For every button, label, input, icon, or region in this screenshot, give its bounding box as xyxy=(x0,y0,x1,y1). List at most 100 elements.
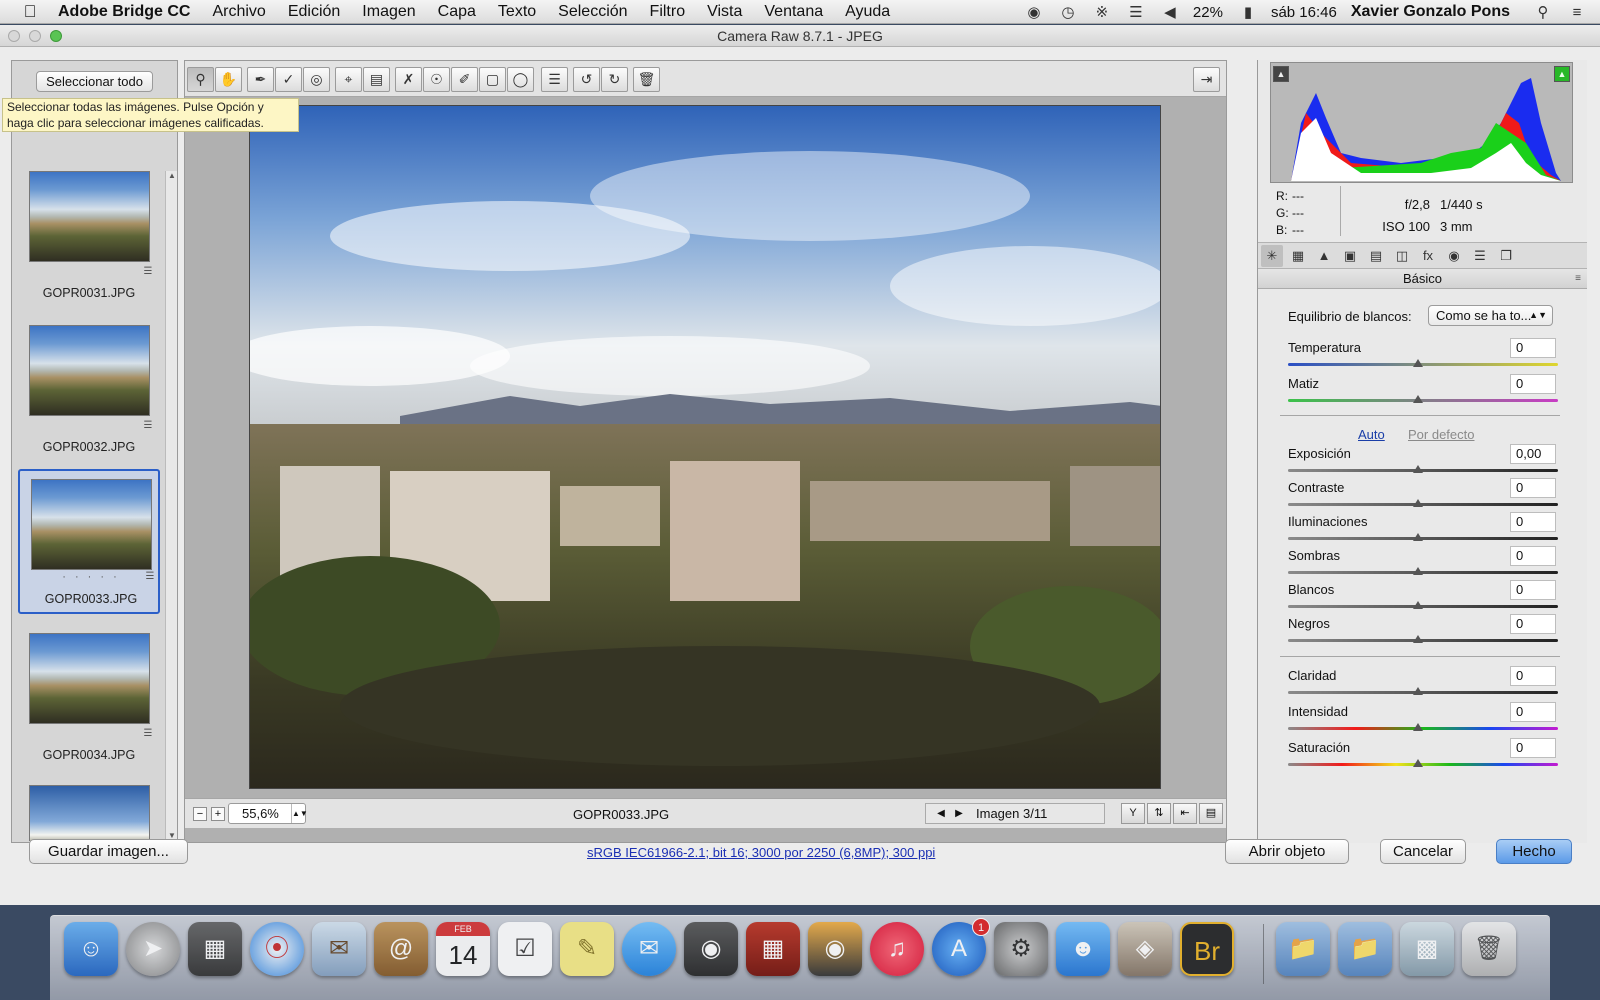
whites-slider[interactable] xyxy=(1288,605,1558,608)
list-item-selected[interactable]: · · · · · ☰ GOPR0033.JPG xyxy=(18,469,160,614)
menu-texto[interactable]: Texto xyxy=(498,3,536,21)
next-image-icon[interactable]: ▶ xyxy=(952,806,966,821)
default-link[interactable]: Por defecto xyxy=(1408,427,1475,442)
workflow-options-link[interactable]: sRGB IEC61966-2.1; bit 16; 3000 por 2250… xyxy=(587,845,935,860)
swap-settings-icon[interactable]: ⇅ xyxy=(1147,803,1171,824)
battery-icon[interactable]: ▮ xyxy=(1237,1,1259,23)
tab-presets-icon[interactable]: ☰ xyxy=(1469,245,1491,267)
highlights-value-field[interactable]: 0 xyxy=(1510,512,1556,532)
list-item[interactable] xyxy=(18,785,160,841)
copy-settings-icon[interactable]: ⇤ xyxy=(1173,803,1197,824)
menubar-user[interactable]: Xavier Gonzalo Pons xyxy=(1351,3,1510,21)
messenger-icon[interactable]: ☻ xyxy=(1056,922,1110,976)
itunes-icon[interactable]: ♫ xyxy=(870,922,924,976)
menu-filtro[interactable]: Filtro xyxy=(650,3,686,21)
rotate-right-icon[interactable]: ↻ xyxy=(601,67,628,92)
sync-status-icon[interactable]: ◉ xyxy=(1023,1,1045,23)
tab-effects-icon[interactable]: fx xyxy=(1417,245,1439,267)
iphoto-icon[interactable]: ◉ xyxy=(808,922,862,976)
whites-value-field[interactable]: 0 xyxy=(1510,580,1556,600)
cancel-button[interactable]: Cancelar xyxy=(1380,839,1466,864)
tab-basic-icon[interactable]: ✳ xyxy=(1261,245,1283,267)
thumbnail-image[interactable] xyxy=(29,325,150,416)
temperature-slider[interactable] xyxy=(1288,363,1558,366)
exposure-slider[interactable] xyxy=(1288,469,1558,472)
toggle-settings-icon[interactable]: ▤ xyxy=(1199,803,1223,824)
menu-seleccion[interactable]: Selección xyxy=(558,3,627,21)
shadows-slider[interactable] xyxy=(1288,571,1558,574)
exposure-value-field[interactable]: 0,00 xyxy=(1510,444,1556,464)
photo-booth-icon[interactable]: ▦ xyxy=(746,922,800,976)
contrast-value-field[interactable]: 0 xyxy=(1510,478,1556,498)
trash-icon[interactable]: 🗑 xyxy=(633,67,660,92)
documents-folder-icon[interactable]: 📁 xyxy=(1338,922,1392,976)
thumbnail-image[interactable] xyxy=(29,633,150,724)
temperature-value-field[interactable]: 0 xyxy=(1510,338,1556,358)
menu-archivo[interactable]: Archivo xyxy=(212,3,265,21)
mission-control-icon[interactable]: ▦ xyxy=(188,922,242,976)
messages-icon[interactable]: ✉ xyxy=(622,922,676,976)
save-image-button[interactable]: Guardar imagen... xyxy=(29,839,188,864)
clarity-value-field[interactable]: 0 xyxy=(1510,666,1556,686)
list-item[interactable]: ☰ GOPR0034.JPG xyxy=(18,633,160,778)
saturation-value-field[interactable]: 0 xyxy=(1510,738,1556,758)
vibrance-value-field[interactable]: 0 xyxy=(1510,702,1556,722)
time-machine-icon[interactable]: ◷ xyxy=(1057,1,1079,23)
mail-icon[interactable]: ✉ xyxy=(312,922,366,976)
tab-lens-corrections-icon[interactable]: ◫ xyxy=(1391,245,1413,267)
slider-handle[interactable] xyxy=(1413,465,1423,473)
auto-link[interactable]: Auto xyxy=(1358,427,1385,442)
slider-handle[interactable] xyxy=(1413,601,1423,609)
saturation-slider[interactable] xyxy=(1288,763,1558,766)
fullscreen-icon[interactable]: ⇥ xyxy=(1193,67,1220,92)
facetime-icon[interactable]: ◉ xyxy=(684,922,738,976)
targeted-adjustment-icon[interactable]: ◎ xyxy=(303,67,330,92)
zoom-level-select[interactable]: 55,6% ▲▼ xyxy=(228,803,308,824)
slider-handle[interactable] xyxy=(1413,687,1423,695)
graduated-filter-icon[interactable]: ▢ xyxy=(479,67,506,92)
spot-removal-icon[interactable]: ✗ xyxy=(395,67,422,92)
slider-handle[interactable] xyxy=(1413,723,1423,731)
thumbnail-image[interactable] xyxy=(31,479,152,570)
previous-image-icon[interactable]: ◀ xyxy=(934,806,948,821)
scroll-up-icon[interactable]: ▲ xyxy=(166,171,178,181)
slider-handle[interactable] xyxy=(1413,533,1423,541)
wifi-icon[interactable]: ☰ xyxy=(1125,1,1147,23)
zoom-icon[interactable]: ⚲ xyxy=(187,67,214,92)
slider-handle[interactable] xyxy=(1413,759,1423,767)
menu-vista[interactable]: Vista xyxy=(707,3,742,21)
list-item[interactable]: ☰ GOPR0032.JPG xyxy=(18,325,160,470)
spotlight-search-icon[interactable]: ⚲ xyxy=(1532,1,1554,23)
calendar-icon[interactable]: FEB 14 xyxy=(436,922,490,976)
white-balance-select[interactable]: Como se ha to... ▲▼ xyxy=(1428,305,1553,326)
red-eye-icon[interactable]: ☉ xyxy=(423,67,450,92)
minimize-window-button[interactable] xyxy=(29,30,41,42)
list-item[interactable]: ☰ GOPR0031.JPG xyxy=(18,171,160,316)
vibrance-slider[interactable] xyxy=(1288,727,1558,730)
close-window-button[interactable] xyxy=(8,30,20,42)
menubar-clock[interactable]: sáb 16:46 xyxy=(1271,4,1337,21)
before-after-icon[interactable]: Y xyxy=(1121,803,1145,824)
tab-snapshots-icon[interactable]: ❐ xyxy=(1495,245,1517,267)
menu-ventana[interactable]: Ventana xyxy=(764,3,823,21)
zoom-window-button[interactable] xyxy=(50,30,62,42)
panel-menu-icon[interactable]: ≡ xyxy=(1575,269,1581,289)
adobe-bridge-icon[interactable]: Br xyxy=(1180,922,1234,976)
slider-handle[interactable] xyxy=(1413,395,1423,403)
tint-value-field[interactable]: 0 xyxy=(1510,374,1556,394)
straighten-icon[interactable]: ▤ xyxy=(363,67,390,92)
contrast-slider[interactable] xyxy=(1288,503,1558,506)
app-menu[interactable]: Adobe Bridge CC xyxy=(58,3,190,21)
thumbnail-image[interactable] xyxy=(29,785,150,841)
preferences-icon[interactable]: ☰ xyxy=(541,67,568,92)
filmstrip-scrollbar[interactable]: ▲ ▼ xyxy=(165,171,177,841)
menu-capa[interactable]: Capa xyxy=(438,3,476,21)
reminders-icon[interactable]: ☑ xyxy=(498,922,552,976)
select-all-button[interactable]: Seleccionar todo xyxy=(36,71,153,92)
menu-ayuda[interactable]: Ayuda xyxy=(845,3,890,21)
menu-edicion[interactable]: Edición xyxy=(288,3,340,21)
radial-filter-icon[interactable]: ◯ xyxy=(507,67,534,92)
slider-handle[interactable] xyxy=(1413,567,1423,575)
highlight-clipping-icon[interactable]: ▲ xyxy=(1554,66,1570,82)
blacks-value-field[interactable]: 0 xyxy=(1510,614,1556,634)
